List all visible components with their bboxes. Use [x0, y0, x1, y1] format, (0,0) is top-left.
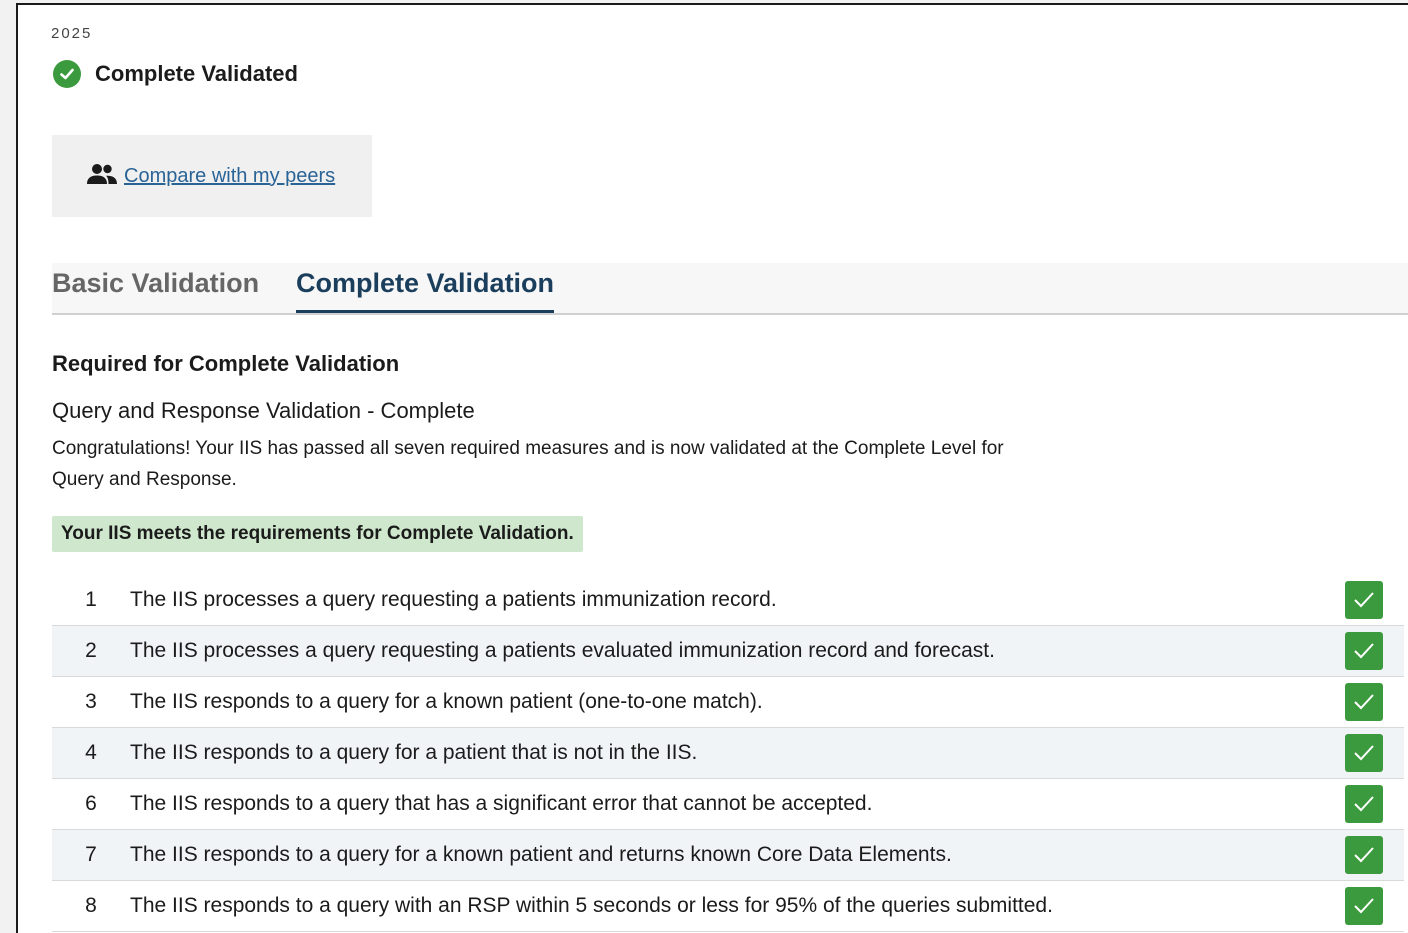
status-badge: Your IIS meets the requirements for Comp… [52, 516, 583, 552]
table-row: 7 The IIS responds to a query for a know… [52, 829, 1404, 881]
measure-number: 7 [52, 829, 130, 881]
validation-status: Complete Validated [53, 60, 298, 88]
measure-number: 1 [52, 575, 130, 626]
table-row: 3 The IIS responds to a query for a know… [52, 676, 1404, 728]
check-icon [1345, 836, 1383, 874]
table-row: 4 The IIS responds to a query for a pati… [52, 727, 1404, 779]
year-label: 2025 [51, 25, 93, 42]
check-icon [1345, 887, 1383, 925]
check-icon [1345, 785, 1383, 823]
measure-text: The IIS processes a query requesting a p… [130, 575, 1324, 626]
measure-number: 6 [52, 778, 130, 830]
measure-text: The IIS responds to a query for a patien… [130, 727, 1324, 779]
table-row: 2 The IIS processes a query requesting a… [52, 625, 1404, 677]
check-circle-icon [53, 60, 81, 88]
check-icon [1345, 632, 1383, 670]
measure-text: The IIS responds to a query with an RSP … [130, 880, 1324, 932]
section-description: Congratulations! Your IIS has passed all… [52, 438, 1004, 490]
section-subtitle: Query and Response Validation - Complete [52, 398, 475, 423]
measure-text: The IIS responds to a query for a known … [130, 829, 1324, 881]
validation-panel: 2025 Complete Validated Compare with my … [16, 3, 1408, 933]
table-row: 1 The IIS processes a query requesting a… [52, 575, 1404, 626]
measure-text: The IIS responds to a query that has a s… [130, 778, 1324, 830]
status-label: Complete Validated [95, 61, 298, 86]
tab-complete-validation[interactable]: Complete Validation [296, 263, 555, 313]
compare-peers-link[interactable]: Compare with my peers [124, 165, 335, 188]
section-title: Required for Complete Validation [52, 351, 400, 376]
table-row: 6 The IIS responds to a query that has a… [52, 778, 1404, 830]
check-icon [1345, 581, 1383, 619]
validation-tabs: Basic Validation Complete Validation [52, 263, 1408, 315]
check-icon [1345, 683, 1383, 721]
measure-number: 3 [52, 676, 130, 728]
measure-number: 2 [52, 625, 130, 677]
compare-peers-box: Compare with my peers [52, 135, 372, 217]
measure-text: The IIS responds to a query for a known … [130, 676, 1324, 728]
measure-number: 8 [52, 880, 130, 932]
table-row: 8 The IIS responds to a query with an RS… [52, 880, 1404, 932]
measure-number: 4 [52, 727, 130, 779]
measure-text: The IIS processes a query requesting a p… [130, 625, 1324, 677]
people-icon [86, 163, 118, 190]
measures-table: 1 The IIS processes a query requesting a… [52, 575, 1404, 932]
tab-basic-validation[interactable]: Basic Validation [52, 263, 259, 313]
check-icon [1345, 734, 1383, 772]
